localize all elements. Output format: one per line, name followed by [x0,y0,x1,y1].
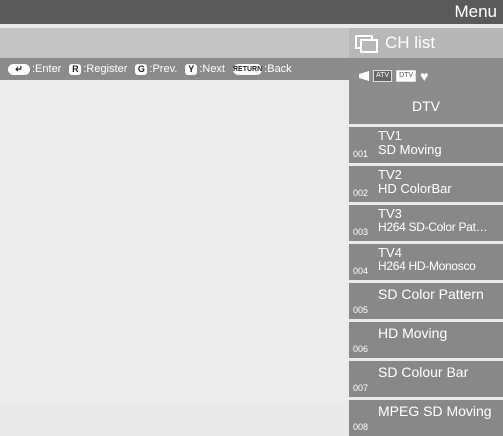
dtv-source-button[interactable]: DTV [396,70,417,82]
channel-program: H264 SD-Color Pat… [378,220,488,234]
channel-row[interactable]: 004 TV4 H264 HD-Monosco [349,241,503,280]
channel-row[interactable]: 003 TV3 H264 SD-Color Pat… [349,202,503,241]
enter-key-icon: ↵ [8,63,30,75]
channel-name: TV1 [378,128,402,143]
channel-name: TV4 [378,245,402,260]
channel-list: 001 TV1 SD Moving 002 TV2 HD ColorBar 00… [349,124,503,436]
channel-number: 001 [353,149,369,159]
help-label: :Enter [32,63,62,75]
channel-row[interactable]: 005 SD Color Pattern [349,280,503,319]
help-bar: ↵ :Enter R :Register G :Prev. Y :Next RE… [0,58,349,80]
channel-number: 004 [353,266,369,276]
channel-number: 005 [353,305,369,315]
channel-number: 006 [353,344,369,354]
channel-list-panel: CH list ATV DTV ♥ DTV 001 TV1 SD Moving … [349,24,503,436]
channel-program: H264 HD-Monosco [378,259,476,273]
channel-number: 008 [353,422,369,432]
channel-name: MPEG SD Moving [378,403,492,419]
channel-row[interactable]: 006 HD Moving [349,319,503,358]
current-source-label: DTV [412,98,440,114]
favorite-heart-icon[interactable]: ♥ [420,69,428,83]
menu-title: Menu [454,2,497,21]
channel-row[interactable]: 002 TV2 HD ColorBar [349,163,503,202]
help-label: :Prev. [149,63,178,75]
channel-row[interactable]: 001 TV1 SD Moving [349,124,503,163]
help-label: :Register [83,63,128,75]
header-band [0,28,349,58]
channel-number: 007 [353,383,369,393]
channel-program: HD ColorBar [378,181,452,196]
channel-row[interactable]: 008 MPEG SD Moving [349,397,503,436]
channel-list-icon [355,35,378,53]
g-key-icon: G [135,63,148,75]
help-prev: G :Prev. [135,63,177,75]
channel-number: 002 [353,188,369,198]
main-content-area [0,80,349,406]
channel-row[interactable]: 007 SD Colour Bar [349,358,503,397]
channel-name: SD Colour Bar [378,364,469,380]
channel-name: TV2 [378,167,402,182]
help-back: RETURN :Back [233,63,292,75]
ch-list-header: CH list [349,28,503,58]
atv-source-button[interactable]: ATV [373,70,393,82]
source-icons: ATV DTV ♥ [359,69,428,83]
help-label: :Back [264,63,292,75]
ch-list-title: CH list [385,33,436,52]
channel-name: SD Color Pattern [378,286,484,302]
channel-name: HD Moving [378,325,448,341]
help-enter: ↵ :Enter [8,63,61,75]
source-selector: ATV DTV ♥ DTV [349,58,503,124]
help-next: Y :Next [185,63,225,75]
help-register: R :Register [69,63,127,75]
channel-program: SD Moving [378,142,442,157]
help-label: :Next [199,63,225,75]
antenna-icon[interactable] [359,71,369,81]
channel-number: 003 [353,227,369,237]
return-key-icon: RETURN [233,63,263,75]
r-key-icon: R [69,63,82,75]
channel-name: TV3 [378,206,402,221]
top-bar: Menu [0,0,503,24]
y-key-icon: Y [185,63,198,75]
